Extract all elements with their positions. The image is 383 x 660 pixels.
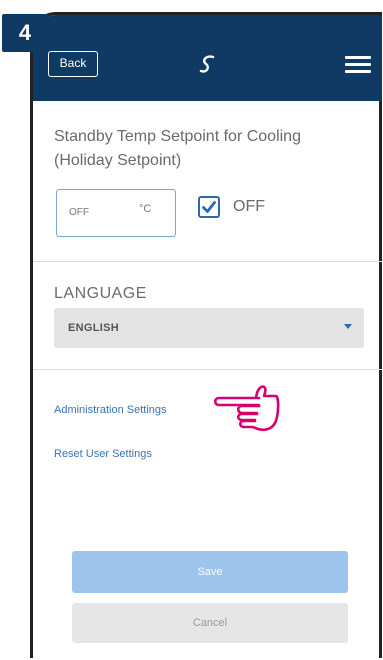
hamburger-menu-icon[interactable]	[345, 56, 371, 74]
setpoint-temp-input[interactable]: OFF °C	[56, 189, 176, 237]
language-select[interactable]: ENGLISH	[54, 308, 364, 348]
cancel-button-label: Cancel	[192, 617, 228, 629]
save-button[interactable]: Save	[72, 551, 348, 593]
pointing-hand-icon	[213, 385, 280, 432]
step-badge: 4	[2, 14, 48, 52]
phone-frame-edge	[379, 15, 382, 658]
off-checkbox-label: OFF	[233, 198, 265, 215]
section-divider	[33, 261, 382, 262]
back-button[interactable]: Back	[48, 51, 98, 77]
back-button-label: Back	[59, 56, 87, 70]
dropdown-arrow-icon	[344, 324, 352, 329]
save-button-label: Save	[197, 566, 223, 578]
screen: 4 Back Standby Temp Setpoint for Cooling…	[0, 0, 383, 660]
section-divider	[33, 369, 382, 370]
cancel-button[interactable]: Cancel	[72, 603, 348, 643]
setpoint-temp-unit: °C	[139, 203, 152, 215]
app-header: Back	[33, 15, 382, 101]
setpoint-temp-value: OFF	[69, 207, 89, 218]
checkmark-icon	[202, 201, 216, 213]
off-checkbox[interactable]	[198, 196, 220, 218]
step-number: 4	[18, 20, 32, 45]
language-label: LANGUAGE	[54, 285, 147, 302]
language-selected-value: ENGLISH	[68, 322, 119, 334]
phone-frame: Back Standby Temp Setpoint for Cooling (…	[30, 12, 382, 658]
setpoint-label: Standby Temp Setpoint for Cooling (Holid…	[54, 128, 301, 169]
administration-settings-link[interactable]: Administration Settings	[54, 404, 167, 416]
salus-logo-icon	[199, 55, 215, 73]
reset-user-settings-link[interactable]: Reset User Settings	[54, 448, 152, 460]
